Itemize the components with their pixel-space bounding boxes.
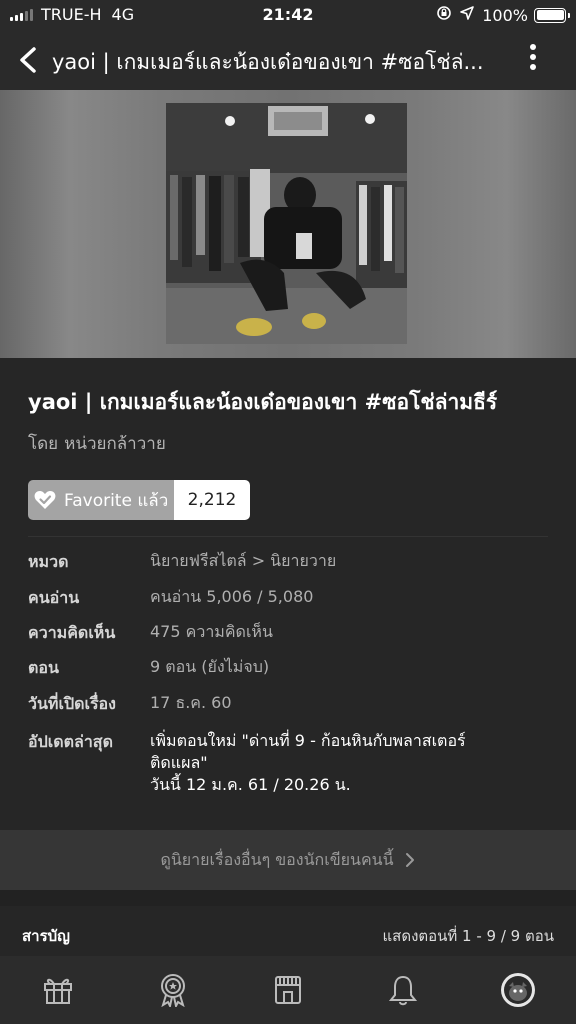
meta-row: หมวด นิยายฟรีสไตล์ > นิยายวาย [28, 550, 530, 575]
battery-percent: 100% [482, 5, 528, 25]
tab-award[interactable] [115, 956, 230, 1024]
meta-value-line: นิยายฟรีสไตล์ > นิยายวาย [150, 551, 337, 570]
more-vertical-icon[interactable] [528, 44, 538, 76]
favorite-control: Favorite แล้ว 2,212 [28, 480, 250, 520]
favorite-label: Favorite แล้ว [64, 490, 169, 511]
meta-label: ความคิดเห็น [28, 623, 116, 642]
favorite-count: 2,212 [174, 480, 250, 520]
award-icon [160, 974, 185, 1007]
bottom-tab-bar [0, 956, 576, 1024]
meta-label: หมวด [28, 552, 69, 571]
author-label: โดย [28, 434, 59, 454]
meta-value: เพิ่มตอนใหม่ "ด่านที่ 9 - ก้อนหินกับพลาส… [150, 730, 530, 796]
nav-bar: yaoi | เกมเมอร์และน้องเด๋อของเขา #ซอโช่ล… [0, 30, 576, 90]
toc-range: แสดงตอนที่ 1 - 9 / 9 ตอน [382, 927, 555, 945]
meta-value: คนอ่าน 5,006 / 5,080 [150, 586, 530, 611]
divider [28, 536, 548, 537]
chevron-right-icon [405, 853, 414, 867]
chevron-left-icon[interactable] [14, 44, 42, 76]
meta-value-line: เพิ่มตอนใหม่ "ด่านที่ 9 - ก้อนหินกับพลาส… [150, 731, 466, 750]
battery-icon [534, 7, 570, 23]
author-name[interactable]: หน่วยกล้าวาย [64, 434, 166, 454]
meta-row: ความคิดเห็น 475 ความคิดเห็น [28, 621, 530, 646]
meta-value: นิยายฟรีสไตล์ > นิยายวาย [150, 550, 530, 575]
meta-row: วันที่เปิดเรื่อง 17 ธ.ค. 60 [28, 692, 530, 717]
meta-label: ตอน [28, 658, 59, 677]
meta-value-line: ติดแผล" [150, 753, 208, 772]
meta-value-line: 9 ตอน (ยังไม่จบ) [150, 657, 270, 676]
meta-label: วันที่เปิดเรื่อง [28, 694, 116, 713]
meta-value: 9 ตอน (ยังไม่จบ) [150, 656, 530, 681]
meta-value-line: คนอ่าน 5,006 / 5,080 [150, 587, 314, 606]
meta-value: 475 ความคิดเห็น [150, 621, 530, 646]
meta-value-line: 475 ความคิดเห็น [150, 622, 273, 641]
tab-notifications[interactable] [346, 956, 461, 1024]
nav-title: yaoi | เกมเมอร์และน้องเด๋อของเขา #ซอโช่ล… [52, 50, 484, 74]
profile-avatar-icon [501, 973, 536, 1007]
meta-row: ตอน 9 ตอน (ยังไม่จบ) [28, 656, 530, 681]
tab-gift[interactable] [0, 956, 115, 1024]
tab-profile[interactable] [461, 956, 576, 1024]
heart-check-icon [34, 491, 56, 509]
meta-value: 17 ธ.ค. 60 [150, 692, 530, 717]
more-stories-button[interactable]: ดูนิยายเรื่องอื่นๆ ของนักเขียนคนนี้ [0, 830, 576, 890]
store-icon [274, 976, 301, 1004]
story-title: yaoi | เกมเมอร์และน้องเด๋อของเขา #ซอโช่ล… [28, 390, 498, 414]
meta-row: คนอ่าน คนอ่าน 5,006 / 5,080 [28, 586, 530, 611]
meta-label: อัปเดตล่าสุด [28, 732, 113, 751]
meta-label: คนอ่าน [28, 588, 80, 607]
gift-icon [43, 978, 72, 1004]
favorite-button[interactable]: Favorite แล้ว [28, 480, 174, 520]
toc-header: สารบัญ แสดงตอนที่ 1 - 9 / 9 ตอน [0, 906, 576, 956]
toc-title: สารบัญ [22, 927, 70, 945]
status-bar: TRUE-H 4G 21:42 100% [0, 0, 576, 30]
tab-store[interactable] [230, 956, 345, 1024]
meta-value-line: วันนี้ 12 ม.ค. 61 / 20.26 น. [150, 775, 351, 794]
rotation-lock-icon [436, 5, 452, 25]
author-line: โดย หน่วยกล้าวาย [28, 430, 166, 457]
status-right: 100% [436, 5, 570, 25]
meta-value-line: 17 ธ.ค. 60 [150, 693, 232, 712]
cover-image[interactable] [166, 103, 407, 344]
location-arrow-icon [460, 6, 475, 24]
meta-row: อัปเดตล่าสุด เพิ่มตอนใหม่ "ด่านที่ 9 - ก้… [28, 730, 530, 796]
more-stories-label: ดูนิยายเรื่องอื่นๆ ของนักเขียนคนนี้ [160, 849, 394, 869]
bell-icon [389, 975, 418, 1006]
